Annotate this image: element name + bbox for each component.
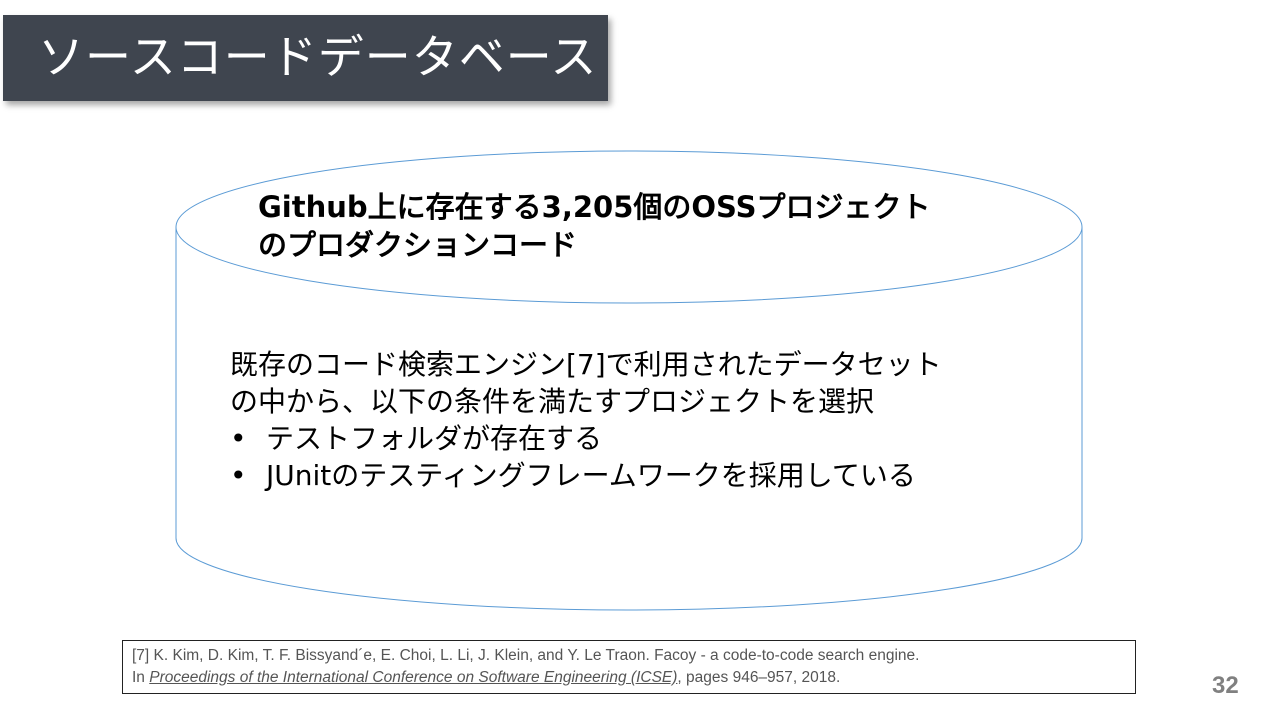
description-line-1: 既存のコード検索エンジン[7]で利用されたデータセット: [230, 348, 942, 381]
reference-venue: Proceedings of the International Confere…: [149, 669, 678, 686]
list-item-text: テストフォルダが存在する: [266, 422, 603, 455]
reference-pages: , pages 946–957, 2018.: [677, 669, 841, 686]
list-item: • テストフォルダが存在する: [230, 420, 1070, 457]
database-heading: Github上に存在する3,205個のOSSプロジェクト のプロダクションコード: [258, 188, 1018, 264]
reference-line-2: In Proceedings of the International Conf…: [132, 667, 1126, 689]
reference-line-1: [7] K. Kim, D. Kim, T. F. Bissyand´e, E.…: [132, 647, 920, 664]
list-item-text: JUnitのテスティングフレームワークを採用している: [266, 459, 916, 492]
description-line-2: の中から、以下の条件を満たすプロジェクトを選択: [230, 385, 875, 418]
list-item: • JUnitのテスティングフレームワークを採用している: [230, 457, 1070, 494]
page-number: 32: [1212, 672, 1239, 699]
reference-prefix: In: [132, 669, 150, 686]
bullet-icon: •: [230, 422, 247, 455]
heading-line-1: Github上に存在する3,205個のOSSプロジェクト: [258, 190, 931, 224]
bullet-icon: •: [230, 459, 247, 492]
database-description: 既存のコード検索エンジン[7]で利用されたデータセット の中から、以下の条件を満…: [230, 346, 1070, 494]
heading-line-2: のプロダクションコード: [258, 228, 578, 262]
reference-box: [7] K. Kim, D. Kim, T. F. Bissyand´e, E.…: [122, 640, 1136, 694]
